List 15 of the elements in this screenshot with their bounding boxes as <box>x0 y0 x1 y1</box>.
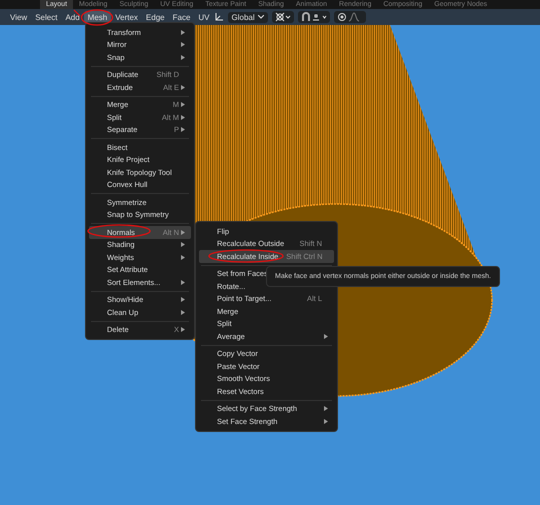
axes-icon[interactable] <box>214 12 224 22</box>
header-menu[interactable]: Face <box>168 10 194 24</box>
annotation-circle <box>87 224 151 238</box>
header-menu[interactable]: View <box>6 10 32 24</box>
chevron-icon <box>258 15 264 19</box>
header-menu[interactable]: Select <box>31 10 62 24</box>
header-menu[interactable]: Vertex <box>111 10 142 24</box>
header-menu[interactable]: Add <box>61 10 84 24</box>
snap-dropdown[interactable] <box>298 11 330 23</box>
header-menu[interactable]: Edge <box>142 10 169 24</box>
pivot-dropdown[interactable] <box>272 11 294 23</box>
annotation-circle <box>80 9 114 26</box>
transform-orientation-dropdown[interactable]: Global <box>228 12 268 22</box>
proportional-edit-controls[interactable] <box>334 11 366 23</box>
header-menu[interactable]: UV <box>194 10 214 24</box>
